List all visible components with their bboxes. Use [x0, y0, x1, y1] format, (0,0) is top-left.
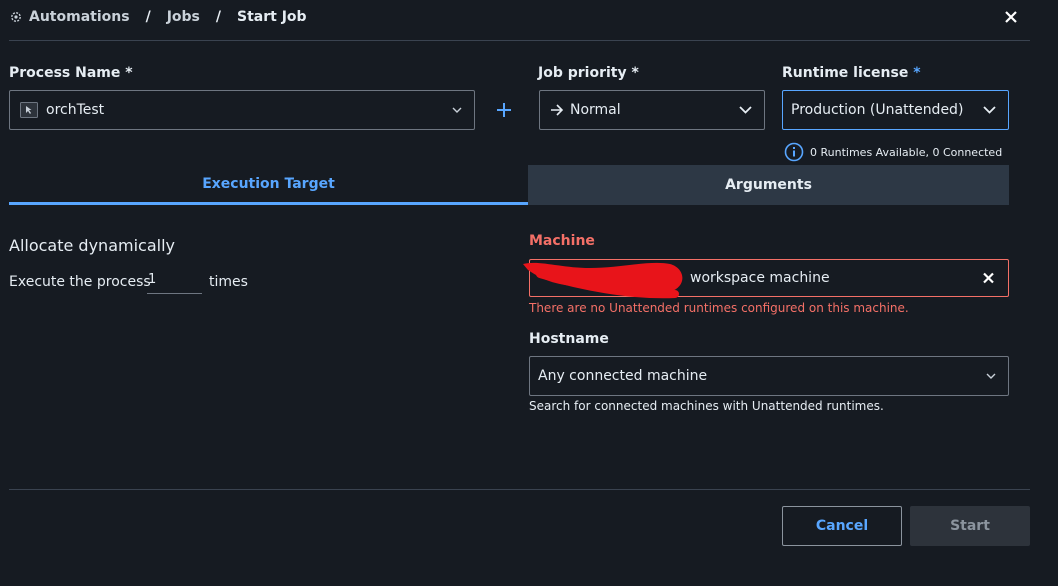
runtime-availability: 0 Runtimes Available, 0 Connected [784, 142, 1002, 162]
clear-icon[interactable] [983, 272, 994, 284]
breadcrumb-separator: / [215, 9, 221, 25]
hostname-label: Hostname [529, 331, 609, 347]
footer-divider [9, 489, 1030, 490]
machine-input[interactable]: workspace machine [523, 259, 1009, 299]
runtime-license-label: Runtime license * [782, 65, 921, 81]
execution-count-input[interactable]: 1 [147, 272, 202, 294]
breadcrumb-start-job: Start Job [237, 9, 307, 25]
close-button[interactable] [1002, 7, 1020, 27]
info-icon [784, 142, 804, 162]
execute-suffix: times [209, 274, 248, 290]
machine-label: Machine [529, 233, 595, 249]
hostname-select[interactable]: Any connected machine [529, 356, 1009, 396]
job-priority-select[interactable]: Normal [539, 90, 765, 130]
arrow-right-icon [550, 104, 564, 116]
runtime-license-value: Production (Unattended) [791, 102, 964, 118]
process-name-label: Process Name * [9, 65, 133, 81]
process-name-value: orchTest [46, 102, 105, 118]
cancel-button[interactable]: Cancel [782, 506, 902, 546]
process-icon [20, 102, 38, 118]
tab-arguments[interactable]: Arguments [528, 165, 1009, 205]
add-process-button[interactable] [494, 100, 514, 120]
machine-value: workspace machine [690, 270, 830, 286]
start-button[interactable]: Start [910, 506, 1030, 546]
close-icon [1005, 11, 1017, 23]
header-divider [9, 40, 1030, 41]
runtime-license-select[interactable]: Production (Unattended) [782, 90, 1009, 130]
plus-icon [497, 103, 511, 117]
breadcrumb-automations[interactable]: Automations [29, 9, 130, 25]
tab-execution-target[interactable]: Execution Target [9, 165, 528, 205]
machine-error: There are no Unattended runtimes configu… [529, 301, 909, 315]
job-priority-value: Normal [570, 102, 621, 118]
job-priority-label: Job priority * [538, 65, 639, 81]
chevron-down-icon [986, 373, 996, 379]
chevron-down-icon [739, 106, 752, 114]
chevron-down-icon [452, 107, 462, 113]
allocate-dynamically-title: Allocate dynamically [9, 236, 175, 255]
hostname-help: Search for connected machines with Unatt… [529, 399, 884, 413]
redaction-mark [523, 262, 683, 299]
chevron-down-icon [983, 106, 996, 114]
hostname-value: Any connected machine [538, 368, 708, 384]
runtime-availability-text: 0 Runtimes Available, 0 Connected [810, 145, 1003, 159]
execute-prefix: Execute the process [9, 274, 151, 290]
breadcrumb: Automations / Jobs / Start Job [9, 7, 307, 27]
required-mark: * [913, 65, 921, 81]
gear-icon [9, 10, 23, 24]
breadcrumb-separator: / [145, 9, 151, 25]
process-name-select[interactable]: orchTest [9, 90, 475, 130]
breadcrumb-jobs[interactable]: Jobs [167, 9, 200, 25]
